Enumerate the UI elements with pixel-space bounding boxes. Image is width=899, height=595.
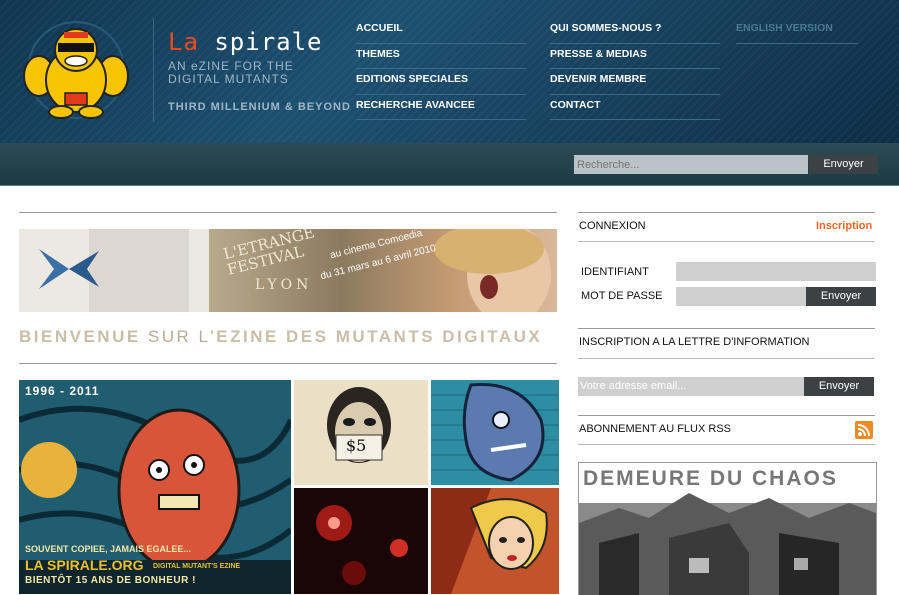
welcome-bienvenue: BIENVENUE: [19, 327, 141, 346]
tile-red-lights-image: [294, 488, 428, 594]
newsletter-submit-button[interactable]: Envoyer: [804, 377, 874, 396]
tile-graffiti[interactable]: [431, 380, 559, 485]
mot-de-passe-label: MOT DE PASSE: [581, 290, 663, 302]
search-submit-button[interactable]: Envoyer: [809, 155, 878, 174]
festival-banner[interactable]: L'ETRANGE FESTIVAL LYON au cinema Comoed…: [19, 229, 557, 312]
identifiant-label: IDENTIFIANT: [581, 266, 649, 278]
rss-divider: [578, 444, 875, 445]
nav-english-version[interactable]: ENGLISH VERSION: [736, 18, 858, 44]
welcome-sur: SUR L': [147, 327, 217, 346]
demeure-du-chaos-title: DEMEURE DU CHAOS: [583, 467, 838, 490]
feature-site: LA SPIRALE.ORG: [25, 557, 144, 573]
main-top-divider: [19, 212, 557, 213]
rss-glyph: [857, 424, 870, 437]
tagline-line2: DIGITAL MUTANTS: [168, 72, 289, 86]
banner-city: LYON: [255, 277, 313, 293]
newsletter-top-divider: [578, 328, 875, 329]
welcome-rest: EZINE DES MUTANTS DIGITAUX: [216, 327, 543, 346]
rss-top-divider: [578, 415, 875, 416]
tagline: AN eZINE FOR THE DIGITAL MUTANTS: [168, 60, 308, 86]
newsletter-title: INSCRIPTION A LA LETTRE D'INFORMATION: [579, 336, 810, 348]
nav-column-1: ACCUEIL THEMES EDITIONS SPECIALES RECHER…: [356, 18, 526, 120]
rss-icon[interactable]: [855, 421, 873, 439]
feature-years: 1996 - 2011: [25, 384, 100, 398]
logo-la: La: [168, 28, 199, 56]
site-header: La spirale AN eZINE FOR THE DIGITAL MUTA…: [0, 0, 899, 143]
nav-themes[interactable]: THEMES: [356, 44, 526, 69]
tile-comic-girl-image: [431, 488, 559, 594]
feature-site-sub: DIGITAL MUTANT'S EZINE: [153, 563, 241, 570]
login-submit-button[interactable]: Envoyer: [806, 287, 876, 306]
mascot-logo[interactable]: [15, 18, 137, 120]
logo-spirale: spirale: [214, 28, 323, 56]
welcome-heading: BIENVENUE SUR L'EZINE DES MUTANTS DIGITA…: [19, 327, 542, 347]
newsletter-email-placeholder: Votre adresse email...: [580, 380, 687, 392]
feature-line3: BIENTÔT 15 ANS DE BONHEUR !: [25, 575, 196, 586]
nav-column-2: QUI SOMMES-NOUS ? PRESSE & MEDIAS DEVENI…: [550, 18, 720, 120]
rss-label[interactable]: ABONNEMENT AU FLUX RSS: [579, 423, 731, 435]
identifiant-field[interactable]: [676, 262, 876, 281]
search-input[interactable]: [574, 155, 808, 174]
tile-comic-girl[interactable]: [431, 488, 559, 594]
nav-devenir-membre[interactable]: DEVENIR MEMBRE: [550, 69, 720, 95]
nav-accueil[interactable]: ACCUEIL: [356, 18, 526, 44]
tile-money-face[interactable]: $5: [294, 380, 428, 485]
welcome-divider: [19, 363, 557, 364]
sidebar-top-divider: [578, 212, 875, 213]
tile-price-label: $5: [346, 436, 367, 455]
nav-contact[interactable]: CONTACT: [550, 95, 720, 120]
password-field[interactable]: [676, 287, 806, 306]
feature-line1: SOUVENT COPIEE, JAMAIS EGALEE...: [25, 544, 192, 554]
tile-money-face-image: [294, 380, 428, 485]
feature-tile[interactable]: 1996 - 2011 SOUVENT COPIEE, JAMAIS EGALE…: [19, 380, 291, 594]
search-bar: Envoyer: [0, 143, 899, 186]
nav-column-3: ENGLISH VERSION: [736, 18, 858, 44]
tile-graffiti-image: [431, 380, 559, 485]
inscription-link[interactable]: Inscription: [816, 220, 872, 232]
site-logo[interactable]: La spirale: [168, 28, 323, 56]
nav-presse-medias[interactable]: PRESSE & MEDIAS: [550, 44, 720, 69]
header-divider: [153, 18, 154, 122]
tagline-third-millenium: THIRD MILLENIUM & BEYOND: [168, 101, 351, 113]
tile-red-lights[interactable]: [294, 488, 428, 594]
newsletter-email-field[interactable]: Votre adresse email...: [578, 377, 804, 396]
nav-recherche-avancee[interactable]: RECHERCHE AVANCEE: [356, 95, 526, 120]
nav-qui-sommes-nous[interactable]: QUI SOMMES-NOUS ?: [550, 18, 720, 44]
nav-editions-speciales[interactable]: EDITIONS SPECIALES: [356, 69, 526, 95]
newsletter-divider: [578, 358, 875, 359]
connexion-divider: [578, 241, 875, 242]
connexion-title: CONNEXION: [579, 220, 646, 232]
demeure-du-chaos-promo[interactable]: DEMEURE DU CHAOS: [578, 462, 877, 595]
